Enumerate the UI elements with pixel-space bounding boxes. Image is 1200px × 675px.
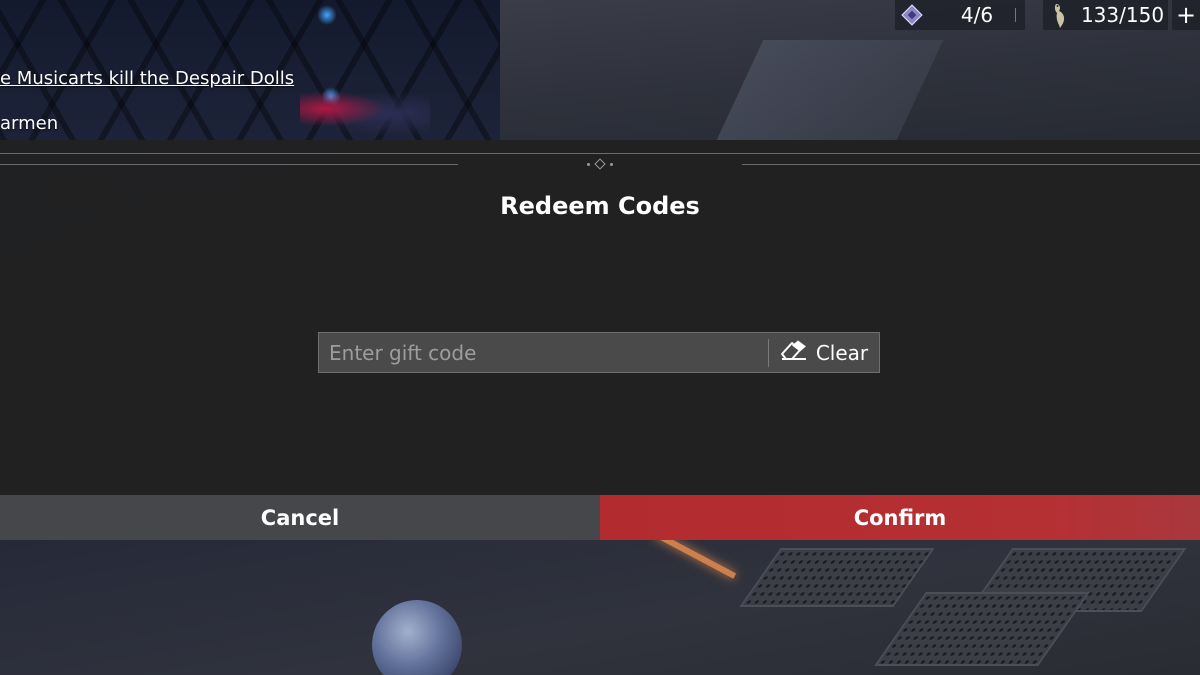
clear-label: Clear — [815, 340, 869, 365]
dialog-divider — [0, 153, 1200, 170]
divider-ornament — [580, 156, 620, 172]
dialog-title: Redeem Codes — [500, 192, 700, 220]
divider-line — [0, 164, 458, 165]
character-sprite — [300, 88, 430, 140]
stamina-count: 133/150 — [1080, 3, 1165, 27]
ornament-dot — [587, 162, 590, 166]
add-stamina-button[interactable]: + — [1172, 0, 1200, 30]
hud-separator — [1015, 8, 1016, 22]
quest-title[interactable]: e Musicarts kill the Despair Dolls — [0, 68, 294, 89]
quest-subtitle: armen — [0, 113, 59, 134]
ticket-counter[interactable]: 4/6 — [895, 0, 1025, 30]
gift-code-input[interactable] — [319, 333, 768, 372]
cancel-button[interactable]: Cancel — [0, 495, 600, 540]
blue-light — [318, 4, 336, 26]
ornament-dot — [610, 162, 613, 166]
clear-button[interactable]: Clear — [769, 333, 879, 372]
stamina-counter[interactable]: 133/150 — [1043, 0, 1168, 30]
heron-icon — [1043, 0, 1077, 30]
divider-line — [742, 164, 1200, 165]
eraser-icon — [780, 340, 808, 365]
confirm-button[interactable]: Confirm — [600, 495, 1200, 540]
ornament-diamond — [594, 158, 606, 170]
gift-code-field: Clear — [318, 332, 880, 373]
redeem-dialog: Redeem Codes Clear Cancel Confirm — [0, 140, 1200, 540]
ticket-count: 4/6 — [960, 3, 994, 27]
dialog-actions: Cancel Confirm — [0, 495, 1200, 540]
ticket-icon — [895, 0, 929, 30]
divider-line — [0, 153, 1200, 154]
